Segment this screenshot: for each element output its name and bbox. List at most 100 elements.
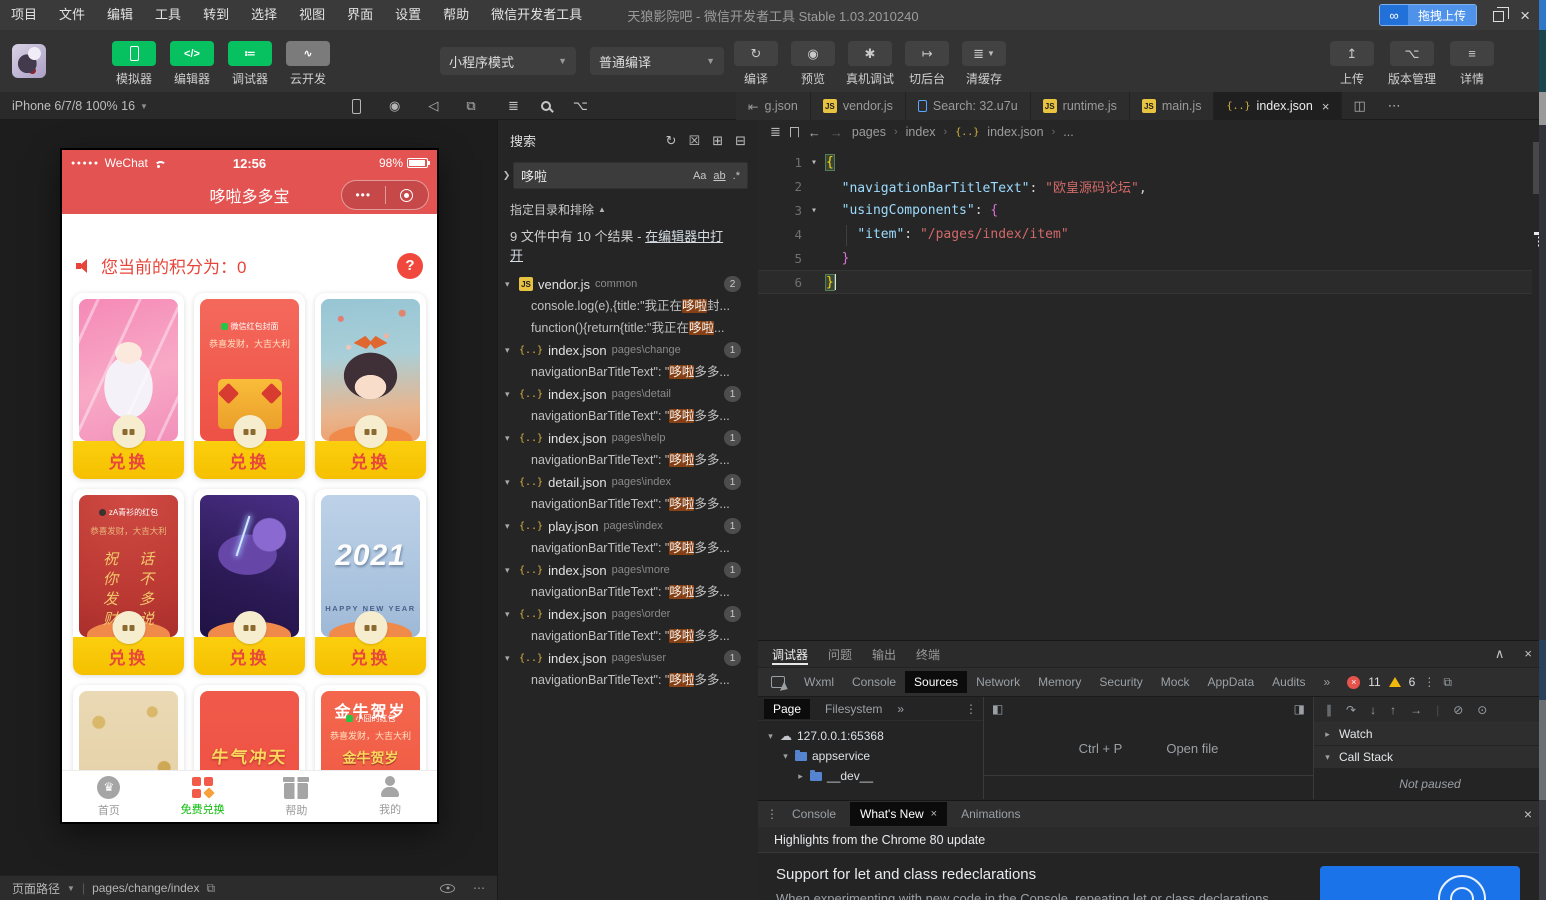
tab-g-json[interactable]: ⇤ g.json: [736, 92, 811, 120]
restore-window-icon[interactable]: [1493, 7, 1510, 22]
search-result-match[interactable]: navigationBarTitleText": "哆啦多多...: [498, 449, 758, 471]
menu-item[interactable]: 工具: [144, 0, 192, 30]
pause-icon[interactable]: ∥: [1326, 703, 1332, 717]
search-result-file[interactable]: ▾ {..} index.json pages\order 1: [498, 603, 758, 625]
outline-icon[interactable]: ≣: [770, 124, 781, 140]
redemption-card[interactable]: 兑换: [73, 293, 184, 479]
version-control-button[interactable]: ⌥ 版本管理: [1388, 41, 1436, 87]
search-result-file[interactable]: ▾ {..} detail.json pages\index 1: [498, 471, 758, 493]
simulator-button[interactable]: 模拟器: [110, 41, 158, 87]
watch-section[interactable]: ▸ Watch: [1314, 723, 1546, 746]
tab-vendor-js[interactable]: JS vendor.js: [810, 92, 906, 120]
tab-main-js[interactable]: JS main.js: [1129, 92, 1215, 120]
refresh-icon[interactable]: ↻: [666, 133, 677, 149]
search-result-file[interactable]: ▾ {..} index.json pages\detail 1: [498, 383, 758, 405]
fold-chevron-icon[interactable]: ▾: [802, 205, 826, 216]
collapse-all-icon[interactable]: ⊟: [735, 133, 746, 149]
code-area[interactable]: 1 ▾{2 "navigationBarTitleText": "欧皇源码论坛",…: [758, 150, 1546, 294]
call-stack-section[interactable]: ▾ Call Stack: [1314, 746, 1546, 769]
editor-button[interactable]: </> 编辑器: [168, 41, 216, 87]
devtools-tab-appdata[interactable]: AppData: [1198, 671, 1263, 693]
forward-icon[interactable]: →: [830, 125, 843, 140]
code-line[interactable]: 6}: [758, 270, 1546, 294]
chevron-down-icon[interactable]: ▼: [67, 884, 75, 893]
devtools-tab-console[interactable]: Console: [843, 671, 905, 693]
search-result-file[interactable]: ▾ {..} index.json pages\help 1: [498, 427, 758, 449]
menu-item[interactable]: 设置: [384, 0, 432, 30]
redemption-card[interactable]: 兑换: [194, 489, 305, 675]
drawer-tab-console[interactable]: Console: [782, 802, 846, 826]
tree-item-appservice[interactable]: ▾ appservice: [758, 746, 983, 766]
watch-page-icon[interactable]: [440, 883, 455, 893]
devtools-menu-icon[interactable]: ⋮: [1423, 675, 1435, 689]
redemption-card[interactable]: 微信红包封面 恭喜发财，大吉大利 兑换: [194, 293, 305, 479]
drawer-menu-icon[interactable]: ⋮: [766, 807, 778, 821]
phone-tab-mine[interactable]: 我的: [343, 771, 437, 822]
inspect-element-icon[interactable]: [771, 676, 785, 688]
tab-index-json[interactable]: {..} index.json ×: [1214, 92, 1343, 120]
undock-icon[interactable]: ⧉: [1443, 675, 1452, 690]
open-file-label[interactable]: Open file: [1166, 741, 1218, 756]
tree-item-localhost[interactable]: ▾ ☁ 127.0.0.1:65368: [758, 726, 983, 746]
search-result-file[interactable]: ▾ {..} index.json pages\change 1: [498, 339, 758, 361]
code-line[interactable]: 3 ▾ "usingComponents": {: [758, 198, 1546, 222]
pane-menu-icon[interactable]: ⋮: [965, 702, 977, 716]
exit-miniprogram-button[interactable]: [386, 188, 429, 202]
redemption-card[interactable]: 金牛贺岁 小囧的红包 恭喜发财，大吉大利 金牛贺岁: [315, 685, 426, 770]
search-result-match[interactable]: function(){return{title:"我正在哆啦...: [498, 317, 758, 339]
new-search-editor-icon[interactable]: ⊞: [712, 133, 723, 149]
output-tab[interactable]: 输出: [872, 641, 896, 667]
overflow-tabs-icon[interactable]: »: [1315, 671, 1340, 693]
fold-chevron-icon[interactable]: ▾: [802, 157, 826, 168]
menu-item[interactable]: 转到: [192, 0, 240, 30]
remote-debug-button[interactable]: ✱ 真机调试: [846, 41, 894, 87]
search-result-file[interactable]: ▾ {..} index.json pages\user 1: [498, 647, 758, 669]
menu-item[interactable]: 选择: [240, 0, 288, 30]
switch-background-button[interactable]: ↦ 切后台: [903, 41, 951, 87]
problems-tab[interactable]: 问题: [828, 641, 852, 667]
devtools-tab-security[interactable]: Security: [1090, 671, 1151, 693]
pause-on-exceptions-icon[interactable]: ⊙: [1477, 703, 1487, 717]
tab-runtime-js[interactable]: JS runtime.js: [1030, 92, 1130, 120]
drawer-tab-whats-new[interactable]: What's New ×: [850, 802, 948, 826]
show-debugger-icon[interactable]: ◨: [1294, 702, 1305, 716]
devtools-tab-memory[interactable]: Memory: [1029, 671, 1090, 693]
redemption-card[interactable]: zA青衫的红包 恭喜发财，大吉大利 祝你发财 话不多说 兑换: [73, 489, 184, 675]
search-result-match[interactable]: navigationBarTitleText": "哆啦多多...: [498, 537, 758, 559]
step-over-icon[interactable]: ↷: [1346, 703, 1356, 717]
redemption-card[interactable]: 2021 HAPPY NEW YEAR 兑换: [315, 489, 426, 675]
step-into-icon[interactable]: ↓: [1370, 703, 1376, 717]
code-line[interactable]: 4 "item": "/pages/index/item": [758, 222, 1546, 246]
phone-tab-free-redeem[interactable]: 免费兑换: [156, 771, 250, 822]
device-selector[interactable]: iPhone 6/7/8 100% 16 ▼: [12, 92, 148, 120]
menu-item[interactable]: 界面: [336, 0, 384, 30]
expand-replace-icon[interactable]: ❯: [500, 170, 513, 181]
code-line[interactable]: 5 }: [758, 246, 1546, 270]
menu-item[interactable]: 视图: [288, 0, 336, 30]
cloud-dev-button[interactable]: ∿ 云开发: [284, 41, 332, 87]
breadcrumb-item[interactable]: index: [906, 125, 936, 139]
more-actions-icon[interactable]: ⋯: [1377, 92, 1412, 120]
close-tab-icon[interactable]: ×: [931, 808, 937, 820]
mute-icon[interactable]: ◁: [428, 98, 438, 114]
back-icon[interactable]: ←: [808, 125, 821, 140]
menu-item[interactable]: 微信开发者工具: [480, 0, 593, 30]
devtools-tab-network[interactable]: Network: [967, 671, 1029, 693]
clear-cache-button[interactable]: ≣ ▼ 清缓存: [960, 41, 1008, 87]
whole-word-icon[interactable]: ab: [713, 170, 725, 182]
compile-button[interactable]: ↻ 编译: [732, 41, 780, 87]
breadcrumb-item[interactable]: pages: [852, 125, 886, 139]
menu-item[interactable]: 帮助: [432, 0, 480, 30]
phone-tab-home[interactable]: 首页: [62, 771, 156, 822]
search-result-match[interactable]: navigationBarTitleText": "哆啦多多...: [498, 493, 758, 515]
search-dirs-toggle[interactable]: 指定目录和排除 ▲: [498, 194, 758, 220]
redemption-card[interactable]: 兑换: [315, 293, 426, 479]
step-icon[interactable]: →: [1410, 703, 1422, 717]
mode-select[interactable]: 小程序模式 ▼: [440, 47, 576, 75]
drag-upload-button[interactable]: ∞ 拖拽上传: [1379, 4, 1478, 26]
close-tab-icon[interactable]: ×: [1322, 99, 1330, 114]
compile-mode-select[interactable]: 普通编译 ▼: [590, 47, 724, 75]
close-window-icon[interactable]: ×: [1520, 7, 1530, 24]
search-result-file[interactable]: ▾ {..} index.json pages\more 1: [498, 559, 758, 581]
avatar[interactable]: [12, 44, 46, 78]
